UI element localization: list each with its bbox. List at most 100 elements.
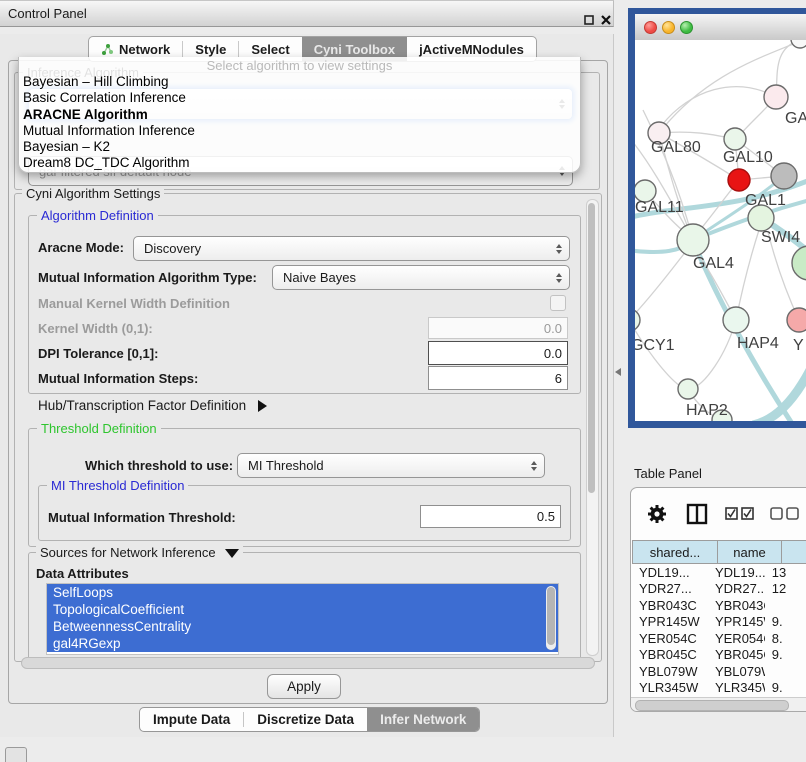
gear-icon[interactable]	[645, 502, 669, 526]
aracne-mode-label: Aracne Mode:	[38, 240, 124, 255]
column-header[interactable]: A	[782, 540, 806, 564]
network-node[interactable]	[678, 379, 698, 399]
manual-kernel-checkbox[interactable]	[550, 295, 566, 311]
combo-arrows-icon	[531, 461, 537, 471]
network-node[interactable]	[728, 169, 750, 191]
threshold-definition-title: Threshold Definition	[37, 421, 161, 436]
mi-threshold-group-title: MI Threshold Definition	[47, 478, 188, 493]
table-row[interactable]: YBR043CYBR043C	[632, 597, 806, 614]
table-row[interactable]: YBL079WYBL079W	[632, 663, 806, 680]
combo-arrows-icon	[556, 273, 562, 283]
network-node-label: HAP2	[686, 402, 728, 419]
mi-steps-label: Mutual Information Steps:	[38, 371, 198, 386]
network-node[interactable]	[791, 40, 806, 48]
dropdown-item[interactable]: Bayesian – Hill Climbing	[19, 74, 580, 90]
table-header-row: shared... name A	[632, 540, 806, 564]
column-header[interactable]: shared...	[632, 540, 718, 564]
network-node-label: GAL10	[723, 149, 773, 166]
list-item[interactable]: TopologicalCoefficient	[47, 601, 558, 618]
table-hscrollbar[interactable]	[631, 697, 806, 711]
dropdown-item-selected[interactable]: ARACNE Algorithm	[19, 107, 580, 123]
cyni-settings-title: Cyni Algorithm Settings	[22, 186, 164, 201]
network-window-titlebar[interactable]	[635, 14, 806, 41]
network-edge[interactable]	[736, 230, 759, 320]
network-canvas[interactable]: GALGAL80GAL10GAL1GAL11SWI4GAL4GCY1HAP4YH…	[635, 40, 806, 421]
mi-threshold-field[interactable]: 0.5	[420, 505, 561, 528]
unchecked-checkboxes-icon[interactable]	[770, 507, 799, 520]
kernel-width-label: Kernel Width (0,1):	[38, 321, 153, 336]
sources-group-toggle[interactable]: Sources for Network Inference	[36, 545, 243, 560]
network-node-label: GAL11	[635, 199, 684, 216]
network-node-label: HAP4	[737, 335, 779, 352]
network-node[interactable]	[635, 309, 640, 331]
dropdown-item[interactable]: Basic Correlation Inference	[19, 90, 580, 106]
network-node[interactable]	[677, 224, 709, 256]
float-panel-icon[interactable]	[583, 14, 595, 26]
settings-hscrollbar[interactable]	[21, 657, 595, 669]
table-row[interactable]: YPR145WYPR145W9.	[632, 614, 806, 631]
tab-impute-data[interactable]: Impute Data	[140, 708, 243, 731]
network-node[interactable]	[771, 163, 797, 189]
bottom-tabs: Impute Data Discretize Data Infer Networ…	[139, 707, 480, 732]
dropdown-item[interactable]: Mutual Information Inference	[19, 123, 580, 139]
checked-checkboxes-icon[interactable]	[725, 507, 754, 520]
table-row[interactable]: YBR045CYBR045C9.	[632, 647, 806, 664]
mi-steps-field[interactable]: 6	[428, 366, 568, 390]
network-node[interactable]	[792, 246, 806, 280]
zoom-traffic-light[interactable]	[680, 21, 693, 34]
network-node-label: SWI4	[761, 229, 800, 246]
list-item[interactable]: gal4RGexp	[47, 635, 558, 652]
network-edge[interactable]	[662, 87, 776, 125]
data-attributes-list[interactable]: SelfLoops TopologicalCoefficient Between…	[46, 583, 559, 655]
expand-right-icon	[258, 400, 267, 412]
control-panel-title: Control Panel	[8, 6, 87, 21]
table-row[interactable]: YER054CYER054C8.	[632, 630, 806, 647]
float-panel-icon[interactable]	[5, 747, 27, 762]
dropdown-prompt: Select algorithm to view settings	[19, 57, 580, 74]
network-node-label: Y	[793, 337, 804, 354]
list-vscrollbar-thumb[interactable]	[547, 587, 555, 645]
collapse-down-icon	[225, 549, 239, 558]
apply-button[interactable]: Apply	[267, 674, 341, 699]
close-icon[interactable]	[600, 14, 612, 26]
table-body: YDL19...YDL19...13YDR27...YDR27...12YBR0…	[632, 564, 806, 712]
network-node[interactable]	[764, 85, 788, 109]
column-header[interactable]: name	[718, 540, 782, 564]
which-threshold-combo[interactable]: MI Threshold	[237, 453, 545, 478]
aracne-mode-combo[interactable]: Discovery	[133, 236, 570, 261]
list-item[interactable]: SelfLoops	[47, 584, 558, 601]
network-node[interactable]	[723, 307, 749, 333]
close-traffic-light[interactable]	[644, 21, 657, 34]
table-panel-title: Table Panel	[634, 466, 702, 481]
hub-definition-toggle[interactable]: Hub/Transcription Factor Definition	[38, 398, 267, 413]
dpi-tolerance-field[interactable]: 0.0	[428, 341, 568, 365]
table-panel-window: shared... name A YDL19...YDL19...13YDR27…	[630, 487, 806, 712]
network-node[interactable]	[724, 128, 746, 150]
network-edge[interactable]	[635, 250, 687, 320]
dropdown-item[interactable]: Bayesian – K2	[19, 139, 580, 155]
table-row[interactable]: YLR345WYLR345W9.	[632, 680, 806, 697]
dpi-tolerance-label: DPI Tolerance [0,1]:	[38, 346, 158, 361]
combo-arrows-icon	[556, 244, 562, 254]
dropdown-item[interactable]: Dream8 DC_TDC Algorithm	[19, 155, 580, 171]
network-node[interactable]	[787, 308, 806, 332]
network-node-label: GAL	[785, 110, 806, 127]
network-tab-icon	[101, 43, 114, 56]
minimize-traffic-light[interactable]	[662, 21, 675, 34]
algorithm-dropdown-popup: Select algorithm to view settings Bayesi…	[18, 57, 581, 173]
settings-vscrollbar-thumb[interactable]	[588, 203, 595, 493]
divider-collapse-icon[interactable]	[615, 368, 621, 376]
table-hscrollbar-thumb[interactable]	[635, 700, 789, 711]
settings-vscrollbar[interactable]	[586, 199, 599, 656]
columns-icon[interactable]	[686, 503, 708, 525]
network-node-label: GAL4	[693, 255, 734, 272]
table-row[interactable]: YDR27...YDR27...12	[632, 581, 806, 598]
list-item[interactable]: BetweennessCentrality	[47, 618, 558, 635]
algorithm-definition-title: Algorithm Definition	[37, 208, 158, 223]
mi-algorithm-type-combo[interactable]: Naive Bayes	[272, 265, 570, 290]
table-row[interactable]: YDL19...YDL19...13	[632, 564, 806, 581]
kernel-width-field: 0.0	[428, 317, 568, 339]
tab-discretize-data[interactable]: Discretize Data	[244, 708, 367, 731]
tab-infer-network[interactable]: Infer Network	[367, 708, 479, 731]
network-node-label: GAL80	[651, 139, 701, 156]
